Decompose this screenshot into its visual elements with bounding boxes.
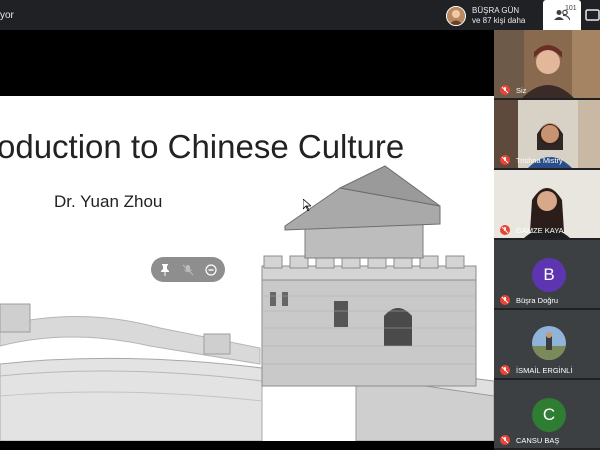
participant-sidebar: Siz Trishna Mistry GAMZE KAYA B Büşra Do… [494,30,600,450]
mute-icon[interactable] [178,260,198,280]
participant-tile[interactable]: İSMAİL ERGİNLİ [494,310,600,378]
top-bar: yor BÜŞRA GÜN ve 87 kişi daha 101 [0,0,600,30]
mic-off-icon [500,155,510,165]
presentation-slide: roduction to Chinese Culture Dr. Yuan Zh… [0,96,494,441]
slide-title: roduction to Chinese Culture [0,128,405,165]
mic-off-icon [500,365,510,375]
participant-tile[interactable]: C CANSU BAŞ [494,380,600,448]
notification-name: BÜŞRA GÜN [472,6,520,15]
participant-avatar: C [532,398,566,432]
presenter-label: yor [0,10,14,21]
remove-icon[interactable] [201,260,221,280]
mic-off-icon [500,225,510,235]
participant-avatar: B [532,258,566,292]
slide-author: Dr. Yuan Zhou [54,192,163,211]
mouse-cursor-icon [303,199,311,211]
mic-off-icon [500,85,510,95]
participant-name: Büşra Doğru [516,296,559,305]
notification-avatar [446,6,466,26]
pin-icon[interactable] [155,260,175,280]
participant-name: Siz [516,86,527,95]
participant-tile[interactable]: Siz [494,30,600,98]
join-notification[interactable]: BÜŞRA GÜN ve 87 kişi daha [446,4,540,28]
chat-icon [585,9,600,21]
participant-tile[interactable]: Trishna Mistry [494,100,600,168]
participant-photo-avatar [532,326,566,360]
mic-off-icon [500,435,510,445]
participant-tile[interactable]: GAMZE KAYA [494,170,600,238]
participant-name: CANSU BAŞ [516,436,560,445]
mic-off-icon [500,295,510,305]
participant-name: GAMZE KAYA [516,226,564,235]
people-button[interactable]: 101 [543,0,581,30]
participant-name: Trishna Mistry [516,156,563,165]
participant-tile[interactable]: B Büşra Doğru [494,240,600,308]
people-count: 101 [565,5,577,12]
participant-name: İSMAİL ERGİNLİ [516,366,573,375]
presentation-stage: roduction to Chinese Culture Dr. Yuan Zh… [0,30,494,450]
notification-more: ve 87 kişi daha [472,16,526,25]
tile-overlay-controls [151,257,225,282]
chat-button[interactable] [585,6,600,24]
